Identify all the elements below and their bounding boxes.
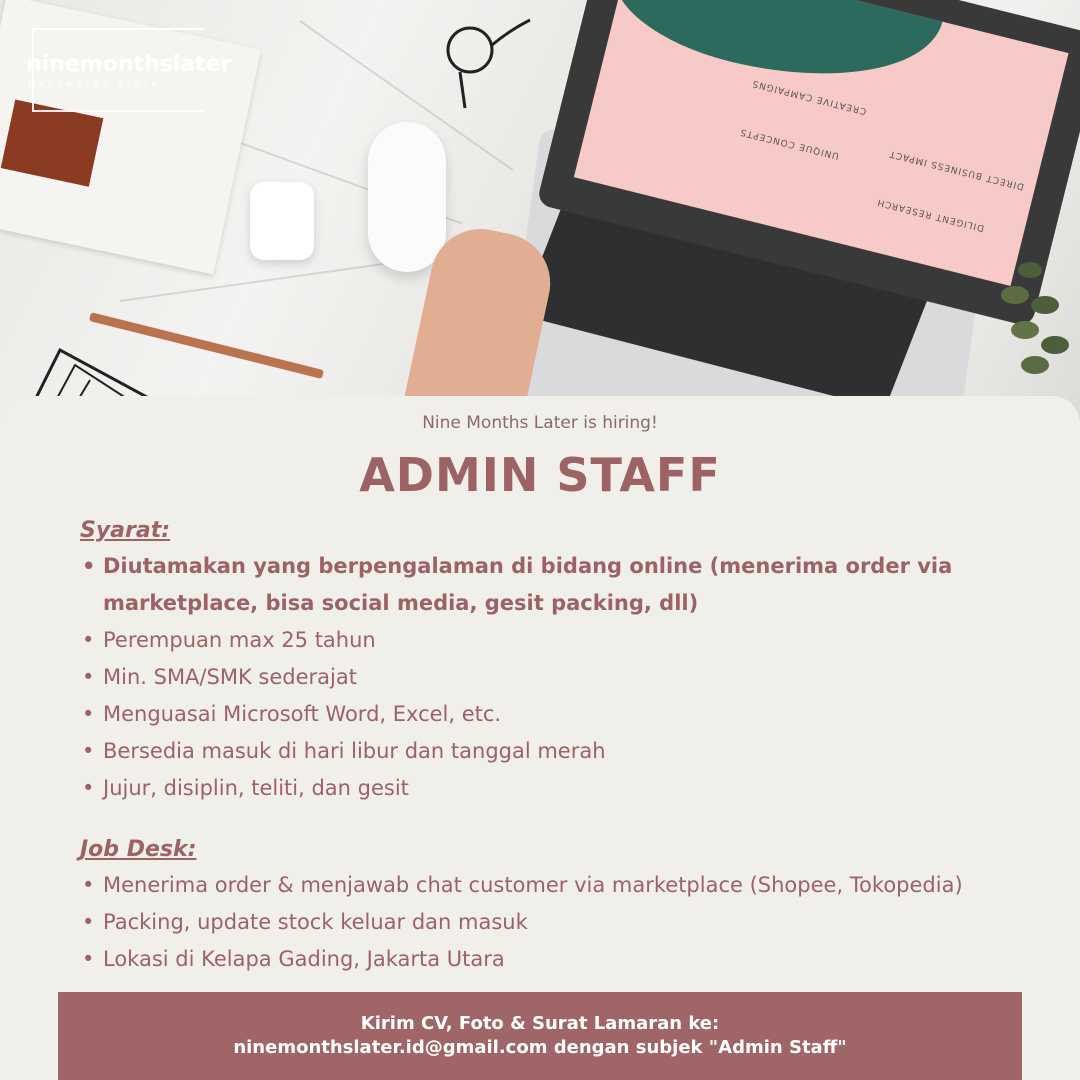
syarat-list: Diutamakan yang berpengalaman di bidang … (80, 548, 1040, 807)
list-item: Bersedia masuk di hari libur dan tanggal… (80, 733, 1040, 770)
newspaper-image (0, 99, 104, 187)
footer-email-line: ninemonthslater.id@gmail.com dengan subj… (233, 1037, 847, 1058)
header-photo: CREATIVE CAMPAIGNS UNIQUE CONCEPTS DIREC… (0, 0, 1080, 430)
list-item: Menerima order & menjawab chat customer … (80, 867, 1040, 904)
glasses-icon (446, 18, 531, 109)
logo-name: ninemonthslater (26, 52, 232, 77)
page-title: ADMIN STAFF (359, 448, 721, 502)
footer-line-1: Kirim CV, Foto & Surat Lamaran ke: (360, 1013, 720, 1034)
list-item: Perempuan max 25 tahun (80, 622, 1040, 659)
list-item: Menguasai Microsoft Word, Excel, etc. (80, 696, 1040, 733)
list-item: Packing, update stock keluar dan masuk (80, 904, 1040, 941)
list-item: Diutamakan yang berpengalaman di bidang … (80, 548, 1040, 622)
apply-footer: Kirim CV, Foto & Surat Lamaran ke: ninem… (58, 992, 1022, 1080)
list-item: Lokasi di Kelapa Gading, Jakarta Utara (80, 941, 1040, 978)
jobdesk-list: Menerima order & menjawab chat customer … (80, 867, 1040, 978)
hiring-line: Nine Months Later is hiring! (422, 413, 658, 433)
screen-item: DIRECT BUSINESS IMPACT (887, 147, 1026, 192)
screen-item: CREATIVE CAMPAIGNS (750, 77, 868, 116)
jobdesk-heading: Job Desk: (80, 837, 197, 862)
screen-item: DILIGENT RESEARCH (875, 196, 986, 233)
list-item: Min. SMA/SMK sederajat (80, 659, 1040, 696)
syarat-heading: Syarat: (80, 518, 171, 543)
screen-item: UNIQUE CONCEPTS (738, 126, 841, 161)
airpods-case (250, 182, 314, 260)
brand-logo: ninemonthslater baby&kids store (26, 28, 231, 112)
logo-tagline: baby&kids store (28, 79, 162, 89)
mouse (368, 122, 446, 272)
list-item: Jujur, disiplin, teliti, dan gesit (80, 770, 1040, 807)
plant-icon (1001, 262, 1069, 374)
